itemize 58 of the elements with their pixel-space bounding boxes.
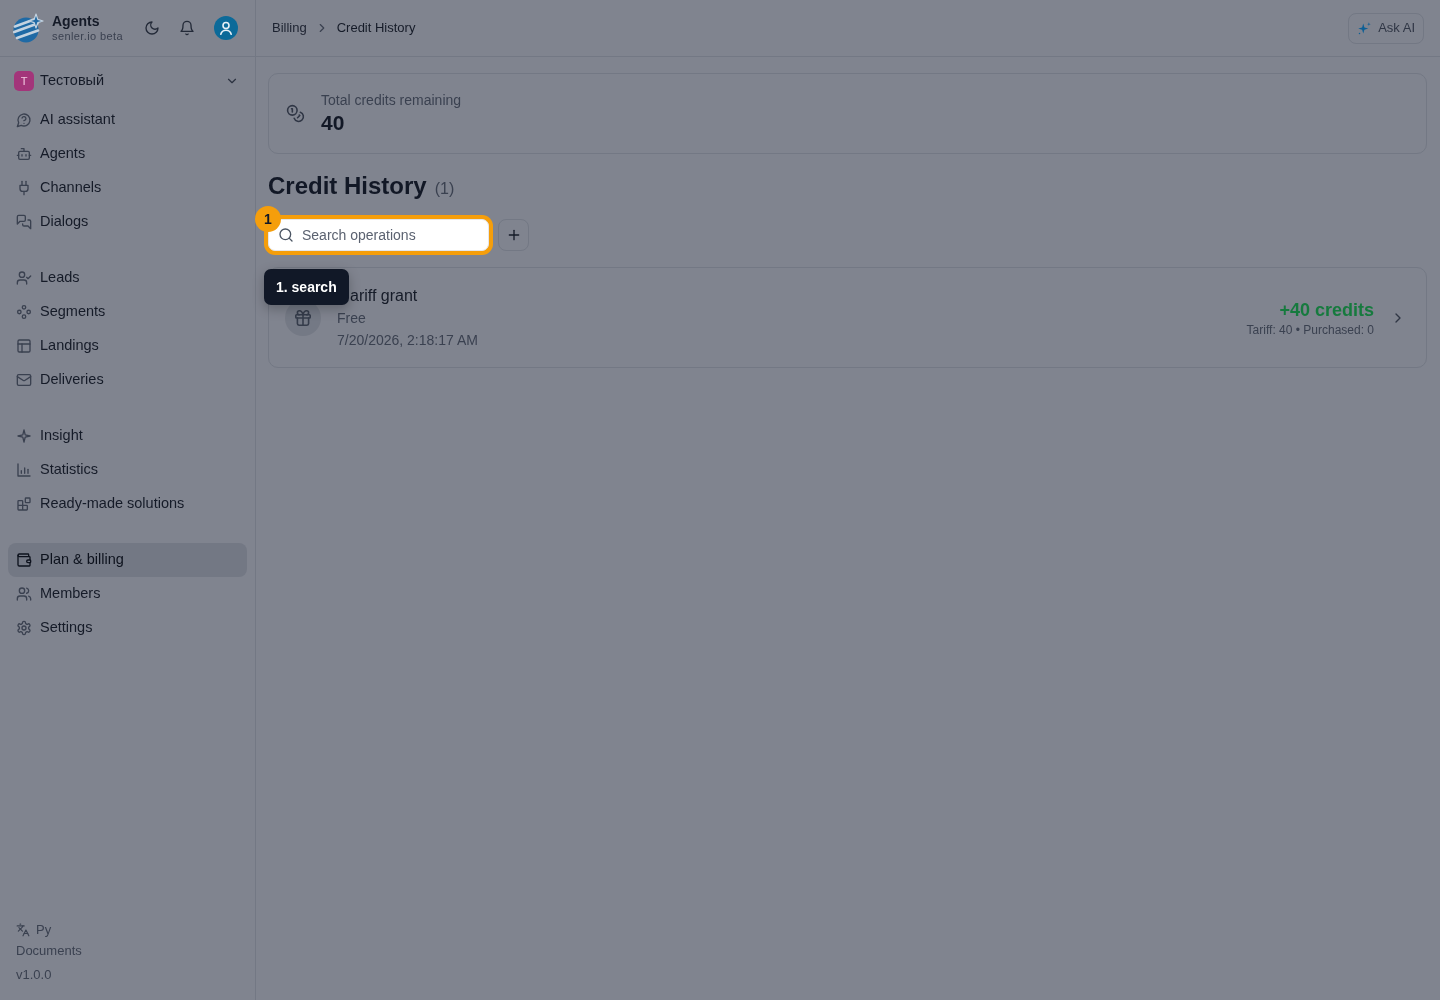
- user-check-icon: [16, 270, 32, 286]
- question-bubble-icon: [16, 112, 32, 128]
- sidebar-item[interactable]: Leads: [8, 261, 247, 295]
- operations-count: (1): [434, 179, 455, 199]
- sparkles-icon: [1357, 20, 1373, 36]
- tour-step-number: 1: [255, 206, 281, 232]
- user-avatar-icon[interactable]: [214, 16, 238, 40]
- sidebar-item[interactable]: Ready-made solutions: [8, 487, 247, 521]
- app-title: Agents: [52, 13, 101, 29]
- credits-value: 40: [321, 110, 346, 136]
- credit-amount: +40 credits: [1279, 298, 1374, 322]
- sidebar-item[interactable]: Landings: [8, 329, 247, 363]
- sidebar-item[interactable]: Segments: [8, 295, 247, 329]
- sidebar-item[interactable]: Insight: [8, 419, 247, 453]
- version-label: v1.0.0: [16, 966, 52, 984]
- sparkle-icon: [16, 428, 32, 444]
- page-heading: Credit History: [268, 171, 427, 201]
- layout-icon: [16, 338, 32, 354]
- envelope-icon: [16, 372, 32, 388]
- bell-icon[interactable]: [179, 20, 195, 36]
- credits-label: Total credits remaining: [321, 91, 462, 110]
- sidebar-item[interactable]: Agents: [8, 137, 247, 171]
- app-logo: [12, 12, 44, 44]
- sidebar-item[interactable]: Members: [8, 577, 247, 611]
- app-subtitle: senler.io beta: [52, 29, 124, 43]
- translate-icon: [16, 923, 30, 937]
- add-button[interactable]: [498, 219, 529, 251]
- blocks-icon: [16, 496, 32, 512]
- users-icon: [16, 586, 32, 602]
- credit-breakdown: Tariff: 40 • Purchased: 0: [1246, 321, 1374, 338]
- bar-chart-icon: [16, 462, 32, 478]
- sidebar-item[interactable]: Statistics: [8, 453, 247, 487]
- plug-icon: [16, 180, 32, 196]
- sidebar-item[interactable]: Deliveries: [8, 363, 247, 397]
- ask-ai-button[interactable]: Ask AI: [1348, 12, 1424, 44]
- operation-title: ariff grant: [350, 285, 418, 306]
- documents-link[interactable]: Documents: [16, 941, 82, 961]
- coins-icon: [286, 104, 305, 123]
- workspace-selector[interactable]: T Тестовый: [8, 65, 247, 97]
- robot-icon: [16, 146, 32, 162]
- wallet-icon: [16, 552, 32, 568]
- sidebar-item[interactable]: Dialogs: [8, 205, 247, 239]
- operation-plan: Free: [337, 308, 366, 328]
- sidebar-item[interactable]: Settings: [8, 611, 247, 645]
- tour-tooltip: 1. search: [264, 269, 349, 305]
- language-link[interactable]: Ру: [16, 920, 52, 940]
- search-icon: [278, 227, 294, 243]
- moon-icon[interactable]: [144, 20, 160, 36]
- workspace-avatar: T: [14, 71, 34, 91]
- breadcrumb-current: Credit History: [336, 19, 416, 38]
- breadcrumb-link[interactable]: Billing: [272, 18, 307, 38]
- dots-diamond-icon: [16, 304, 32, 320]
- sidebar-item[interactable]: Plan & billing: [8, 543, 247, 577]
- chat-bubbles-icon: [16, 214, 32, 230]
- operation-date: 7/20/2026, 2:18:17 AM: [337, 330, 478, 350]
- sidebar-item[interactable]: AI assistant: [8, 103, 247, 137]
- settings-icon: [16, 620, 32, 636]
- sidebar-item[interactable]: Channels: [8, 171, 247, 205]
